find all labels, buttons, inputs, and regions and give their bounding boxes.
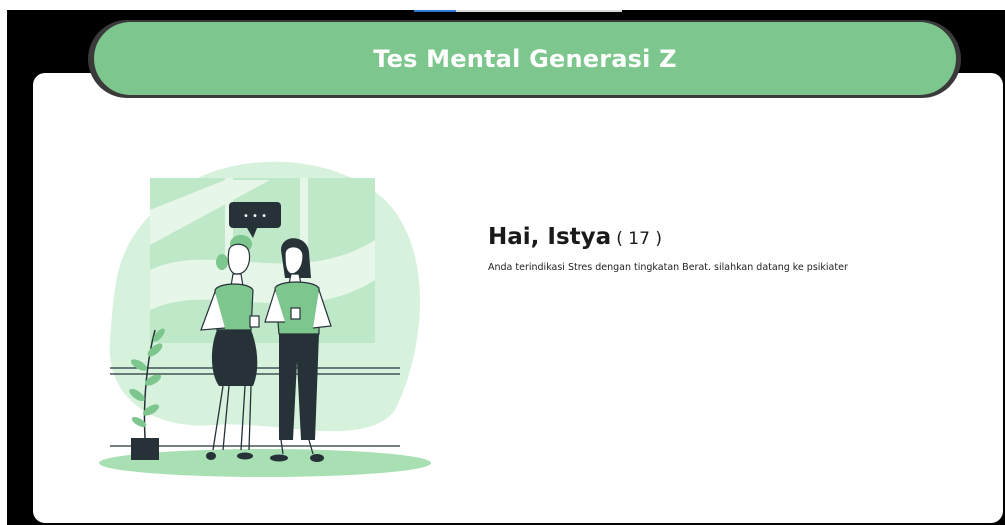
speech-bubble-dots: • • • bbox=[243, 211, 267, 222]
greeting-heading: Hai, Istya ( 17 ) bbox=[488, 224, 662, 250]
header-banner: Tes Mental Generasi Z bbox=[94, 22, 956, 95]
top-divider-line bbox=[456, 10, 622, 12]
user-age: ( 17 ) bbox=[616, 229, 662, 249]
two-women-talking-illustration: • • • bbox=[99, 161, 431, 477]
top-accent-line bbox=[414, 10, 456, 12]
plant-pot bbox=[131, 438, 159, 460]
page-viewport: Tes Mental Generasi Z • • • Hai, Istya (… bbox=[0, 0, 1005, 525]
diagnosis-message: Anda terindikasi Stres dengan tingkatan … bbox=[488, 262, 848, 273]
page-title: Tes Mental Generasi Z bbox=[373, 44, 677, 73]
user-name: Hai, Istya bbox=[488, 224, 612, 250]
